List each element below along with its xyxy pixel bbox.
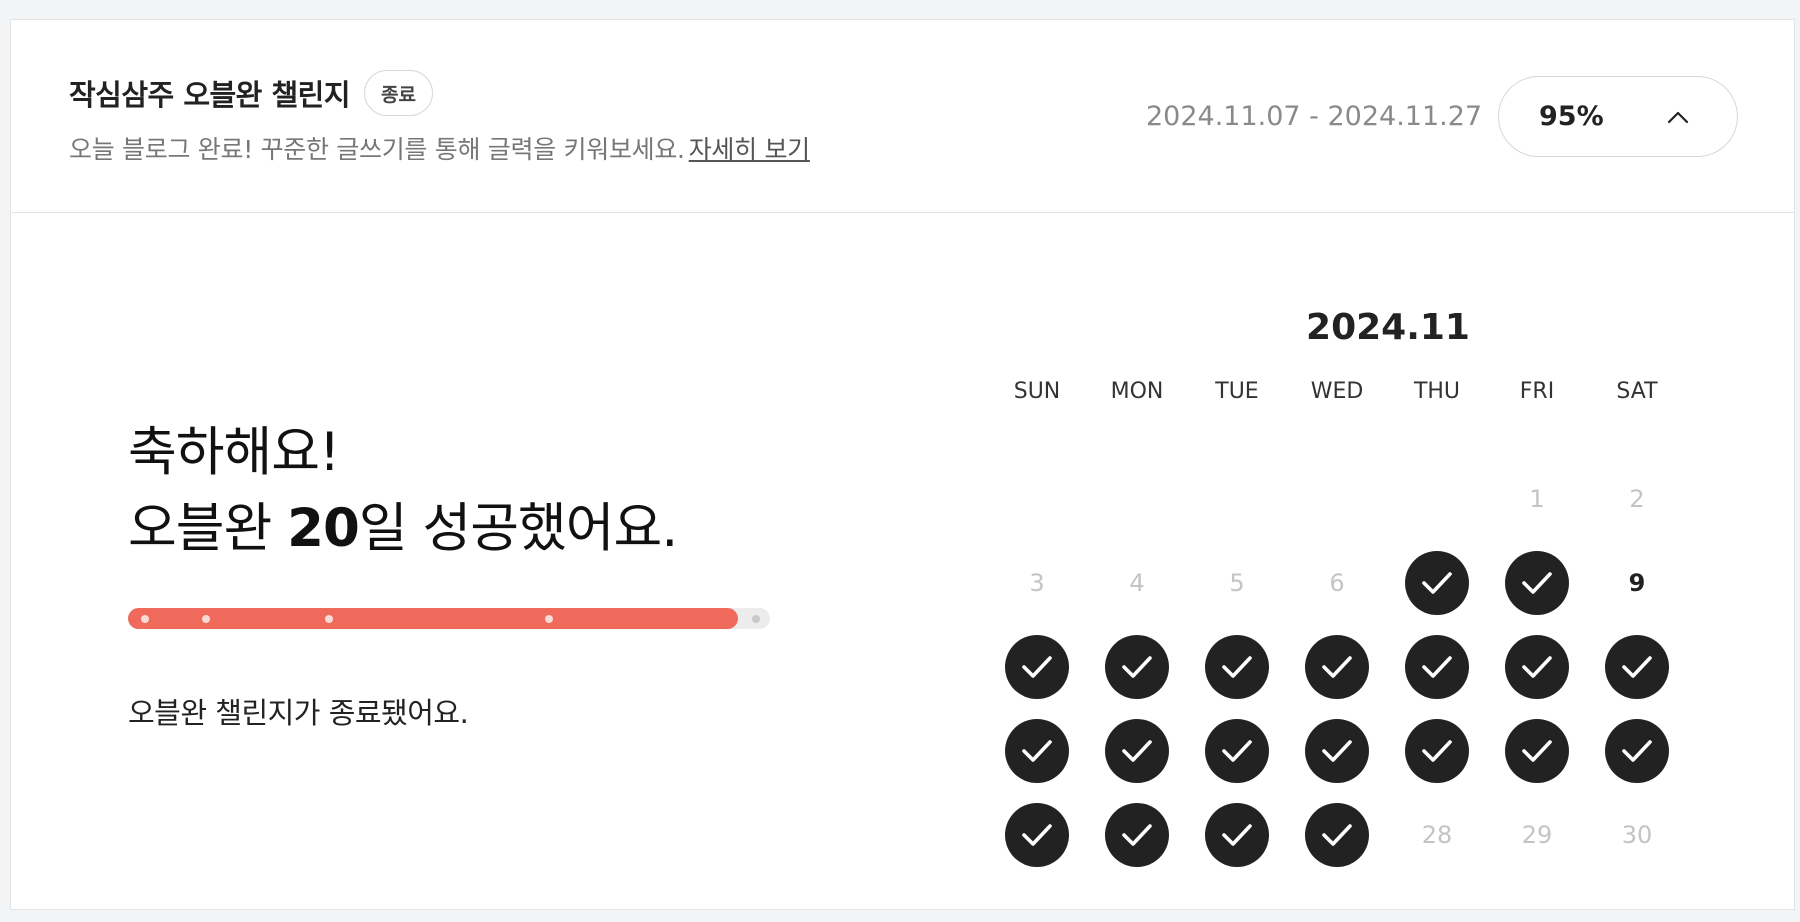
challenge-description: 오늘 블로그 완료! 꾸준한 글쓰기를 통해 글력을 키워보세요. 자세히 보기 [69,130,810,166]
progress-toggle-button[interactable]: 95% [1498,76,1738,157]
challenge-header: 작심삼주 오블완 챌린지 종료 오늘 블로그 완료! 꾸준한 글쓰기를 통해 글… [11,20,1794,213]
check-icon [1122,656,1152,678]
congrats-message: 축하해요! 오블완 20일 성공했어요. [128,415,678,567]
calendar-day-checked[interactable] [1205,635,1269,699]
calendar-day[interactable]: 28 [1387,819,1487,851]
weekday-tue: TUE [1215,379,1259,404]
calendar-day-checked[interactable] [1505,635,1569,699]
weekday-wed: WED [1310,379,1364,404]
calendar-day-checked[interactable] [1405,551,1469,615]
check-icon [1422,656,1452,678]
calendar-day[interactable]: 2 [1587,483,1687,515]
check-icon [1222,824,1252,846]
ended-message: 오블완 챌린지가 종료됐어요. [128,696,469,730]
check-icon [1222,656,1252,678]
check-icon [1522,740,1552,762]
check-icon [1022,740,1052,762]
check-icon [1522,572,1552,594]
weekday-sun: SUN [1013,379,1061,404]
calendar-day[interactable]: 9 [1587,567,1687,599]
progress-marker [141,615,149,623]
success-days: 20 [287,498,360,559]
calendar-day-checked[interactable] [1105,635,1169,699]
calendar-day-checked[interactable] [1405,635,1469,699]
calendar-day-checked[interactable] [1105,719,1169,783]
check-icon [1422,572,1452,594]
check-icon [1022,824,1052,846]
progress-bar [128,608,770,629]
check-icon [1522,656,1552,678]
calendar-day[interactable]: 5 [1187,567,1287,599]
check-icon [1122,824,1152,846]
status-badge: 종료 [364,70,433,116]
progress-percent: 95% [1539,101,1604,132]
check-icon [1422,740,1452,762]
weekday-mon: MON [1110,379,1164,404]
calendar-day-checked[interactable] [1305,803,1369,867]
check-icon [1222,740,1252,762]
calendar-day[interactable]: 3 [987,567,1087,599]
congrats-prefix: 오블완 [128,498,288,559]
calendar-day[interactable]: 30 [1587,819,1687,851]
calendar-day-checked[interactable] [1305,719,1369,783]
check-icon [1622,656,1652,678]
challenge-card: 작심삼주 오블완 챌린지 종료 오늘 블로그 완료! 꾸준한 글쓰기를 통해 글… [10,19,1795,910]
calendar-day[interactable]: 6 [1287,567,1387,599]
congrats-suffix: 일 성공했어요. [358,498,678,559]
progress-bar-fill [128,608,738,629]
calendar-day-checked[interactable] [1605,719,1669,783]
detail-link[interactable]: 자세히 보기 [689,135,810,164]
progress-marker [325,615,333,623]
progress-marker [752,615,760,623]
check-icon [1322,824,1352,846]
calendar-day-checked[interactable] [1005,719,1069,783]
calendar-day-checked[interactable] [1505,551,1569,615]
calendar-day[interactable]: 1 [1487,483,1587,515]
calendar-day[interactable]: 4 [1087,567,1187,599]
progress-marker [202,615,210,623]
calendar-day-checked[interactable] [1605,635,1669,699]
calendar-day-checked[interactable] [1405,719,1469,783]
description-text: 오늘 블로그 완료! 꾸준한 글쓰기를 통해 글력을 키워보세요. [69,135,685,164]
weekday-sat: SAT [1616,379,1658,404]
weekday-thu: THU [1413,379,1461,404]
calendar-day-checked[interactable] [1205,719,1269,783]
chevron-up-icon [1667,111,1689,123]
congrats-line-1: 축하해요! [128,422,340,483]
check-icon [1122,740,1152,762]
calendar-day-checked[interactable] [1105,803,1169,867]
calendar-day[interactable]: 29 [1487,819,1587,851]
check-icon [1622,740,1652,762]
challenge-period: 2024.11.07 - 2024.11.27 [1146,101,1483,132]
challenge-title: 작심삼주 오블완 챌린지 [69,78,351,112]
check-icon [1322,656,1352,678]
progress-marker [545,615,553,623]
calendar-day-checked[interactable] [1505,719,1569,783]
title-row: 작심삼주 오블완 챌린지 종료 [69,70,433,116]
congrats-line-2: 오블완 20일 성공했어요. [128,491,678,567]
check-icon [1322,740,1352,762]
calendar-day-checked[interactable] [1205,803,1269,867]
check-icon [1022,656,1052,678]
weekday-fri: FRI [1519,379,1555,404]
calendar-month: 2024.11 [1306,307,1470,348]
calendar-day-checked[interactable] [1005,635,1069,699]
calendar-day-checked[interactable] [1305,635,1369,699]
calendar-day-checked[interactable] [1005,803,1069,867]
